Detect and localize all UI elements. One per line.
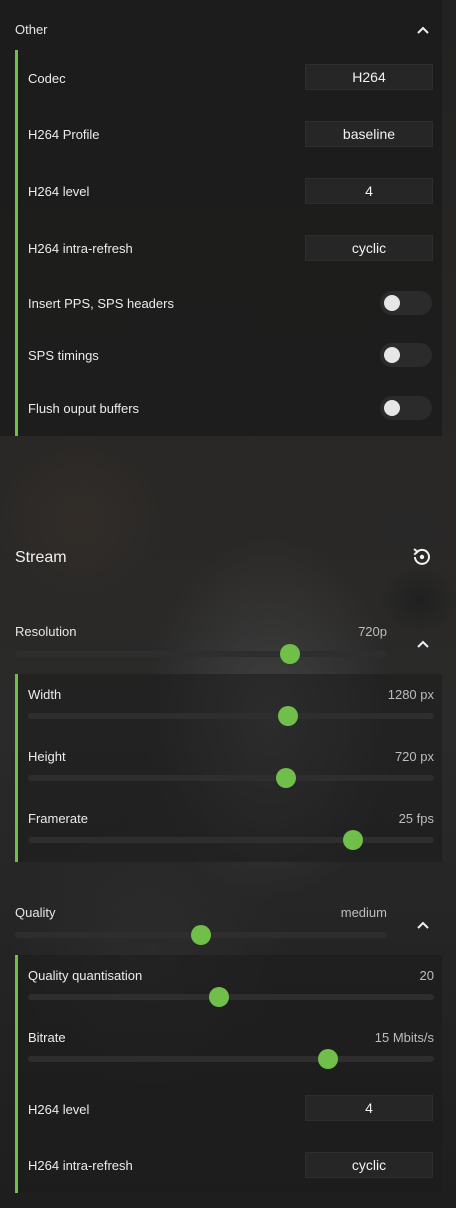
quantisation-slider[interactable] <box>28 987 434 1007</box>
height-slider[interactable] <box>28 768 434 788</box>
slider-thumb[interactable] <box>208 987 229 1007</box>
resolution-panel <box>15 674 442 862</box>
pps-sps-toggle[interactable] <box>380 291 432 315</box>
slider-thumb[interactable] <box>275 768 296 788</box>
chevron-up-icon[interactable] <box>415 917 431 933</box>
bitrate-slider[interactable] <box>28 1049 434 1069</box>
quality-label: Quality <box>15 905 56 920</box>
chevron-up-icon[interactable] <box>415 22 431 38</box>
codec-label: Codec <box>28 71 66 86</box>
level-label: H264 level <box>28 184 90 199</box>
toggle-label: SPS timings <box>28 348 99 363</box>
other-accent-bar <box>15 50 18 436</box>
height-value: 720 px <box>394 749 434 764</box>
reset-icon[interactable] <box>411 546 433 568</box>
framerate-slider[interactable] <box>28 830 434 850</box>
toggle-label: Flush ouput buffers <box>28 401 140 416</box>
flush-buffers-toggle[interactable] <box>380 396 432 420</box>
intra-refresh-label: H264 intra-refresh <box>28 1158 133 1173</box>
chevron-up-icon[interactable] <box>415 636 431 652</box>
sps-timings-toggle[interactable] <box>380 343 432 367</box>
intra-refresh-label: H264 intra-refresh <box>28 241 133 256</box>
profile-select[interactable]: baseline <box>305 121 433 147</box>
width-value: 1280 px <box>387 687 434 702</box>
width-label: Width <box>28 687 62 702</box>
toggle-label: Insert PPS, SPS headers <box>28 296 174 311</box>
toggle-knob <box>384 400 400 416</box>
resolution-label: Resolution <box>15 624 77 639</box>
bitrate-value: 15 Mbits/s <box>374 1030 434 1045</box>
toggle-knob <box>384 347 400 363</box>
resolution-accent-bar <box>15 674 18 862</box>
quantisation-value: 20 <box>419 968 434 983</box>
quality-slider[interactable] <box>15 925 387 945</box>
level-label: H264 level <box>28 1102 90 1117</box>
resolution-value: 720p <box>358 624 387 639</box>
intra-refresh-select[interactable]: cyclic <box>305 235 433 261</box>
slider-thumb[interactable] <box>191 925 211 945</box>
profile-label: H264 Profile <box>28 127 100 142</box>
stream-title: Stream <box>15 549 67 566</box>
width-slider[interactable] <box>28 706 434 726</box>
other-section-title: Other <box>15 22 48 37</box>
slider-thumb[interactable] <box>277 706 298 726</box>
quality-value: medium <box>340 905 387 920</box>
slider-thumb[interactable] <box>342 830 363 850</box>
intra-refresh-select[interactable]: cyclic <box>305 1152 433 1178</box>
quantisation-label: Quality quantisation <box>28 968 143 983</box>
codec-select[interactable]: H264 <box>305 64 433 90</box>
level-select[interactable]: 4 <box>305 178 433 204</box>
framerate-value: 25 fps <box>398 811 434 826</box>
quality-accent-bar <box>15 955 18 1193</box>
framerate-label: Framerate <box>28 811 88 826</box>
level-select[interactable]: 4 <box>305 1095 433 1121</box>
resolution-slider[interactable] <box>15 644 387 664</box>
toggle-knob <box>384 295 400 311</box>
bitrate-label: Bitrate <box>28 1030 66 1045</box>
height-label: Height <box>28 749 66 764</box>
